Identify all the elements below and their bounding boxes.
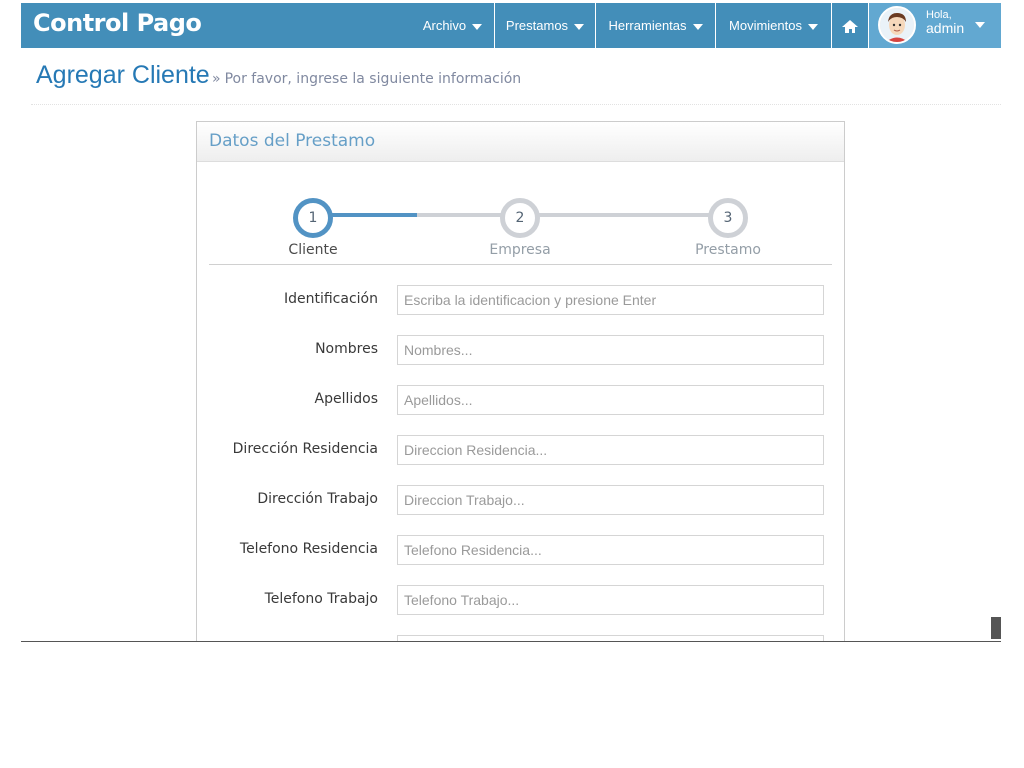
caret-down-icon [807,23,818,30]
wizard-step-2-label: Empresa [489,242,551,258]
top-navbar: Control Pago Archivo Prestamos Herramien… [21,3,1001,48]
form-row-nombres: Nombres [197,335,846,365]
user-greeting: Hola, admin [926,9,964,35]
form-row-direccion-trabajo: Dirección Trabajo [197,485,846,515]
wizard-progress-line [535,213,725,217]
apellidos-input[interactable] [397,385,824,415]
menu-prestamos-label: Prestamos [505,18,569,33]
nombres-label: Nombres [315,341,378,357]
direccion-residencia-input[interactable] [397,435,824,465]
double-chevron-right-icon: » [212,71,221,87]
wizard-step-3[interactable]: 3 [708,198,748,238]
home-icon [842,19,858,33]
viewport-bottom-edge [21,641,1001,642]
avatar-face-icon [880,8,914,42]
home-button[interactable] [831,3,868,48]
menu-archivo-label: Archivo [422,18,467,33]
app-brand[interactable]: Control Pago [33,9,202,37]
telefono-trabajo-input[interactable] [397,585,824,615]
direccion-trabajo-input[interactable] [397,485,824,515]
identificacion-label: Identificación [283,291,378,307]
direccion-trabajo-label: Dirección Trabajo [257,491,378,507]
user-avatar [878,6,916,44]
loan-data-widget: Datos del Prestamo 1 2 3 Cliente Empresa… [196,121,846,665]
widget-title: Datos del Prestamo [209,131,376,151]
form-row-telefono-trabajo: Telefono Trabajo [197,585,846,615]
nombres-input[interactable] [397,335,824,365]
menu-prestamos[interactable]: Prestamos [494,3,595,48]
menu-archivo[interactable]: Archivo [411,3,494,48]
form-row-telefono-residencia: Telefono Residencia [197,535,846,565]
page-title: Agregar Cliente [36,61,210,89]
widget-header: Datos del Prestamo [197,122,844,162]
form-row-apellidos: Apellidos [197,385,846,415]
wizard-step-3-label: Prestamo [695,242,761,258]
wizard-progress-line-active [327,213,417,217]
form-row-identificacion: Identificación [197,285,846,315]
wizard-step-1-label: Cliente [288,242,338,258]
menu-herramientas-label: Herramientas [608,18,687,33]
telefono-residencia-input[interactable] [397,535,824,565]
blank-area [0,642,1024,768]
menu-movimientos-label: Movimientos [729,18,802,33]
telefono-residencia-label: Telefono Residencia [239,541,378,557]
menu-herramientas[interactable]: Herramientas [595,3,715,48]
page-subtitle: » Por favor, ingrese la siguiente informa… [212,71,521,87]
scroll-up-button[interactable] [991,617,1001,639]
wizard-divider [209,264,832,265]
username: admin [926,20,965,36]
caret-down-icon [692,23,703,30]
apellidos-label: Apellidos [314,391,379,407]
form-row-direccion-residencia: Dirección Residencia [197,435,846,465]
direccion-residencia-label: Dirección Residencia [232,441,378,457]
menu-movimientos[interactable]: Movimientos [715,3,831,48]
caret-down-icon [574,23,585,30]
caret-down-icon [472,23,483,30]
wizard-step-2[interactable]: 2 [500,198,540,238]
caret-down-icon [975,22,985,28]
header-divider [31,104,1001,105]
telefono-trabajo-label: Telefono Trabajo [264,591,378,607]
user-menu[interactable]: Hola, admin [868,3,1001,48]
identificacion-input[interactable] [397,285,824,315]
page-subtitle-text: Por favor, ingrese la siguiente informac… [224,71,522,87]
wizard-step-1[interactable]: 1 [293,198,333,238]
